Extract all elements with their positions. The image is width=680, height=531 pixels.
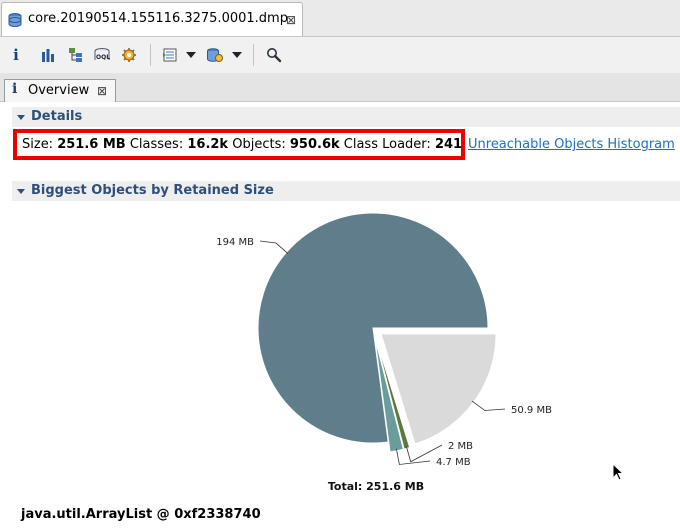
selected-object-label: java.util.ArrayList @ 0xf2338740	[21, 507, 261, 522]
find-object-icon[interactable]	[262, 43, 286, 67]
editor-tab-label: core.20190514.155116.3275.0001.dmp	[28, 11, 288, 26]
objects-value: 950.6k	[289, 137, 340, 152]
histogram-icon[interactable]	[36, 43, 60, 67]
tab-overview-label: Overview	[28, 83, 90, 98]
pie-slice-label: 50.9 MB	[511, 405, 552, 416]
heap-dump-overview-icon[interactable]	[117, 43, 141, 67]
classes-value: 16.2k	[187, 137, 229, 152]
details-title: Details	[31, 109, 83, 124]
pie-leader-line	[395, 448, 431, 465]
classes-label: Classes:	[129, 137, 184, 152]
retained-size-pie[interactable]: 194 MB 4.7 MB 2 MB 50.9 MB Total: 251.6 MB	[0, 205, 680, 505]
toolbar-separator	[150, 44, 151, 66]
size-value: 251.6 MB	[57, 137, 126, 152]
pie-slice-label: 194 MB	[216, 237, 254, 248]
close-tab-icon[interactable]: ⊠	[97, 84, 107, 98]
details-summary: Size: 251.6 MB Classes: 16.2k Objects: 9…	[22, 137, 462, 152]
info-icon: i	[12, 81, 18, 97]
heap-dump-history-icon[interactable]	[203, 43, 227, 67]
dominator-tree-icon[interactable]	[64, 43, 88, 67]
pie-total-label: Total: 251.6 MB	[328, 480, 424, 493]
info-icon[interactable]: i	[4, 43, 28, 67]
biggest-objects-title: Biggest Objects by Retained Size	[31, 183, 274, 198]
heap-dump-history-dropdown-icon[interactable]	[232, 52, 242, 58]
tab-overview[interactable]: i Overview ⊠	[4, 79, 116, 102]
heap-dump-file-icon	[8, 12, 22, 32]
retained-size-chart[interactable]: 194 MB 4.7 MB 2 MB 50.9 MB Total: 251.6 MB	[0, 205, 680, 505]
mouse-cursor-icon	[612, 462, 625, 487]
collapse-details-icon[interactable]	[17, 115, 25, 120]
unreachable-objects-histogram-link[interactable]: Unreachable Objects Histogram	[468, 137, 675, 152]
query-browser-icon[interactable]	[158, 43, 182, 67]
editor-tab[interactable]: core.20190514.155116.3275.0001.dmp ⊠	[1, 2, 303, 36]
toolbar-separator	[253, 44, 254, 66]
details-section-header[interactable]	[12, 107, 680, 127]
size-label: Size:	[22, 137, 54, 152]
pie-leader-line	[471, 400, 506, 411]
pie-slice-label: 2 MB	[448, 441, 473, 452]
class-loader-value: 241	[434, 137, 463, 152]
close-tab-icon[interactable]: ⊠	[286, 13, 296, 27]
collapse-biggest-objects-icon[interactable]	[17, 189, 25, 194]
class-loader-label: Class Loader:	[343, 137, 431, 152]
objects-label: Objects:	[232, 137, 286, 152]
svg-text:OQL: OQL	[96, 54, 110, 61]
query-browser-dropdown-icon[interactable]	[186, 52, 196, 58]
pie-slice-label: 4.7 MB	[436, 457, 471, 468]
oql-icon[interactable]: OQL	[90, 43, 114, 67]
pie-leader-line	[259, 240, 289, 254]
